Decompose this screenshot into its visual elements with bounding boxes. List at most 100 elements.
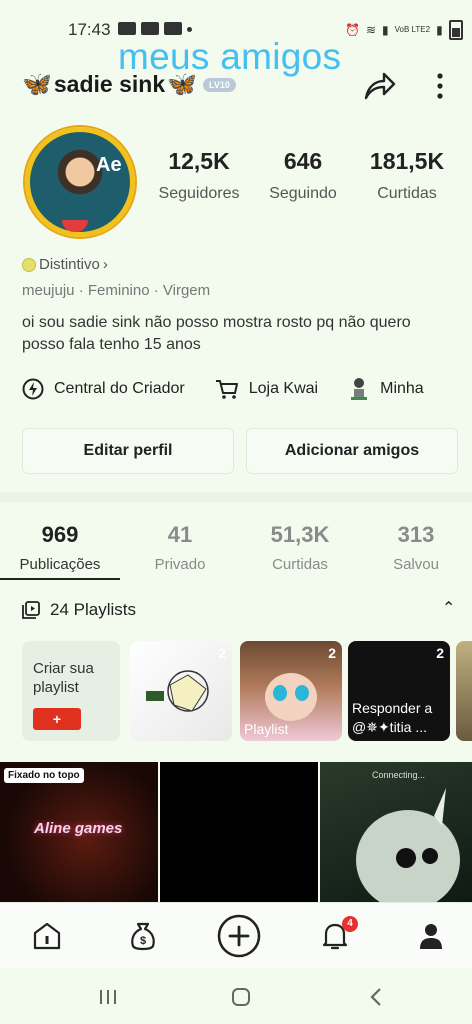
wifi-icon: ≋ — [365, 23, 377, 37]
kwai-shop-link[interactable]: Loja Kwai — [215, 378, 318, 400]
stat-label: Curtidas — [377, 185, 437, 202]
video-thumbnail[interactable] — [160, 762, 318, 902]
kwai-shop-label: Loja Kwai — [248, 380, 319, 397]
edit-profile-button[interactable]: Editar perfil — [22, 428, 234, 474]
tab-label: Salvou — [393, 556, 439, 573]
playlist-label: Responder a @✵✦titia ... — [352, 700, 433, 735]
dot-icon — [187, 27, 192, 32]
character-icon — [351, 378, 368, 400]
tab-saved[interactable]: 313 Salvou — [360, 522, 472, 573]
recent-apps-icon[interactable] — [98, 988, 118, 1006]
status-notification-icons — [118, 22, 192, 35]
tab-likes[interactable]: 51,3K Curtidas — [240, 522, 360, 573]
butterfly-icon: 🦋 — [22, 71, 52, 98]
tab-label: Publicações — [19, 556, 101, 573]
video-image — [356, 788, 460, 902]
tab-count: 313 — [397, 522, 435, 547]
stat-following[interactable]: 646 Seguindo — [258, 148, 348, 203]
playlist-count: 2 — [328, 645, 336, 661]
stat-followers[interactable]: 12,5K Seguidores — [152, 148, 246, 203]
money-bag-icon[interactable]: $ — [126, 919, 160, 953]
battery-icon — [448, 20, 463, 40]
tab-private[interactable]: 41 Privado — [120, 522, 240, 573]
tab-count: 51,3K — [270, 522, 330, 547]
lightning-icon — [22, 378, 44, 400]
creator-center-link[interactable]: Central do Criador — [22, 378, 185, 400]
create-post-icon[interactable] — [216, 913, 262, 959]
svg-text:$: $ — [140, 935, 146, 947]
alarm-icon: ⏰ — [345, 23, 360, 37]
playlist-thumbnail — [265, 673, 317, 721]
share-icon[interactable] — [362, 70, 396, 102]
playlist-card[interactable]: 2 Responder a @✵✦titia ... — [348, 641, 450, 741]
badge-label: Distintivo — [39, 256, 100, 273]
avatar-decoration: Ae — [96, 154, 122, 176]
chevron-right-icon: › — [102, 256, 108, 273]
section-divider — [0, 492, 472, 502]
youtube-icon — [141, 22, 159, 35]
cast-icon — [118, 22, 136, 35]
cart-icon — [215, 380, 238, 399]
playlist-icon — [22, 601, 40, 619]
status-time: 17:43 — [68, 20, 111, 39]
badge-icon — [22, 257, 36, 272]
creator-center-label: Central do Criador — [54, 380, 185, 397]
more-link[interactable]: Minha — [348, 376, 424, 402]
profile-name-row: 🦋 sadie sink 🦋 LV10 — [22, 70, 236, 99]
stat-label: Seguidores — [158, 185, 240, 202]
playlist-card[interactable]: 2 Playlist — [240, 641, 342, 741]
playlist-card[interactable] — [456, 641, 472, 741]
video-title: Aline games — [34, 820, 123, 837]
butterfly-icon: 🦋 — [167, 71, 198, 98]
bottom-navigation: $ 4 — [0, 902, 472, 969]
notification-badge: 4 — [342, 916, 358, 932]
back-icon[interactable] — [368, 987, 384, 1007]
video-grid: Fixado no topo Aline games Connecting... — [0, 762, 472, 902]
tab-label: Privado — [154, 556, 206, 573]
video-thumbnail[interactable]: Fixado no topo Aline games — [0, 762, 158, 902]
tab-publications[interactable]: 969 Publicações — [0, 522, 120, 573]
signal-icon: ▮ — [382, 23, 389, 37]
video-thumbnail[interactable]: Connecting... — [320, 762, 472, 902]
level-badge[interactable]: LV10 — [203, 77, 236, 92]
stat-value: 646 — [283, 148, 323, 174]
status-right-icons: ⏰ ≋ ▮ VoB LTE2 ▮ — [345, 20, 463, 40]
tab-count: 41 — [167, 522, 193, 547]
avatar[interactable]: Ae — [18, 124, 135, 237]
pinned-tag: Fixado no topo — [4, 768, 84, 783]
create-playlist-card[interactable]: Criar sua playlist + — [22, 641, 120, 741]
stat-label: Seguindo — [269, 185, 337, 202]
more-link-label: Minha — [380, 380, 424, 397]
quick-links: Central do Criador Loja Kwai Minha — [22, 376, 454, 402]
playlist-label: Playlist — [244, 721, 289, 737]
playlist-count: 2 — [218, 645, 226, 661]
home-button-icon[interactable] — [231, 987, 251, 1007]
active-tab-indicator — [0, 578, 120, 580]
video-icon — [164, 22, 182, 35]
tab-label: Curtidas — [272, 556, 328, 573]
badge-link[interactable]: Distintivo › — [22, 256, 108, 273]
signal-icon-2: ▮ — [436, 23, 443, 37]
playlist-count: 2 — [436, 645, 444, 661]
stat-value: 181,5K — [369, 148, 445, 174]
home-icon[interactable] — [30, 919, 64, 953]
collapse-icon[interactable]: ⌃ — [442, 598, 455, 618]
system-navigation — [0, 968, 472, 1024]
stat-value: 12,5K — [168, 148, 230, 174]
playlist-thumbnail — [146, 670, 209, 712]
stat-likes[interactable]: 181,5K Curtidas — [362, 148, 452, 203]
create-playlist-button[interactable]: + — [33, 708, 81, 730]
more-options-icon[interactable] — [430, 70, 450, 102]
playlists-header[interactable]: 24 Playlists — [22, 600, 136, 620]
tab-count: 969 — [41, 522, 79, 547]
create-playlist-label: Criar sua playlist — [33, 660, 94, 696]
profile-bio: oi sou sadie sink não posso mostra rosto… — [22, 314, 411, 353]
playlists-count: 24 Playlists — [50, 600, 136, 619]
add-friends-button[interactable]: Adicionar amigos — [246, 428, 458, 474]
network-label: VoB LTE2 — [394, 25, 431, 34]
profile-meta: meujuju · Feminino · Virgem — [22, 282, 211, 299]
profile-icon[interactable] — [414, 919, 448, 953]
profile-name: sadie sink — [53, 71, 166, 97]
playlist-card[interactable]: 2 — [130, 641, 232, 741]
video-caption: Connecting... — [372, 770, 426, 780]
